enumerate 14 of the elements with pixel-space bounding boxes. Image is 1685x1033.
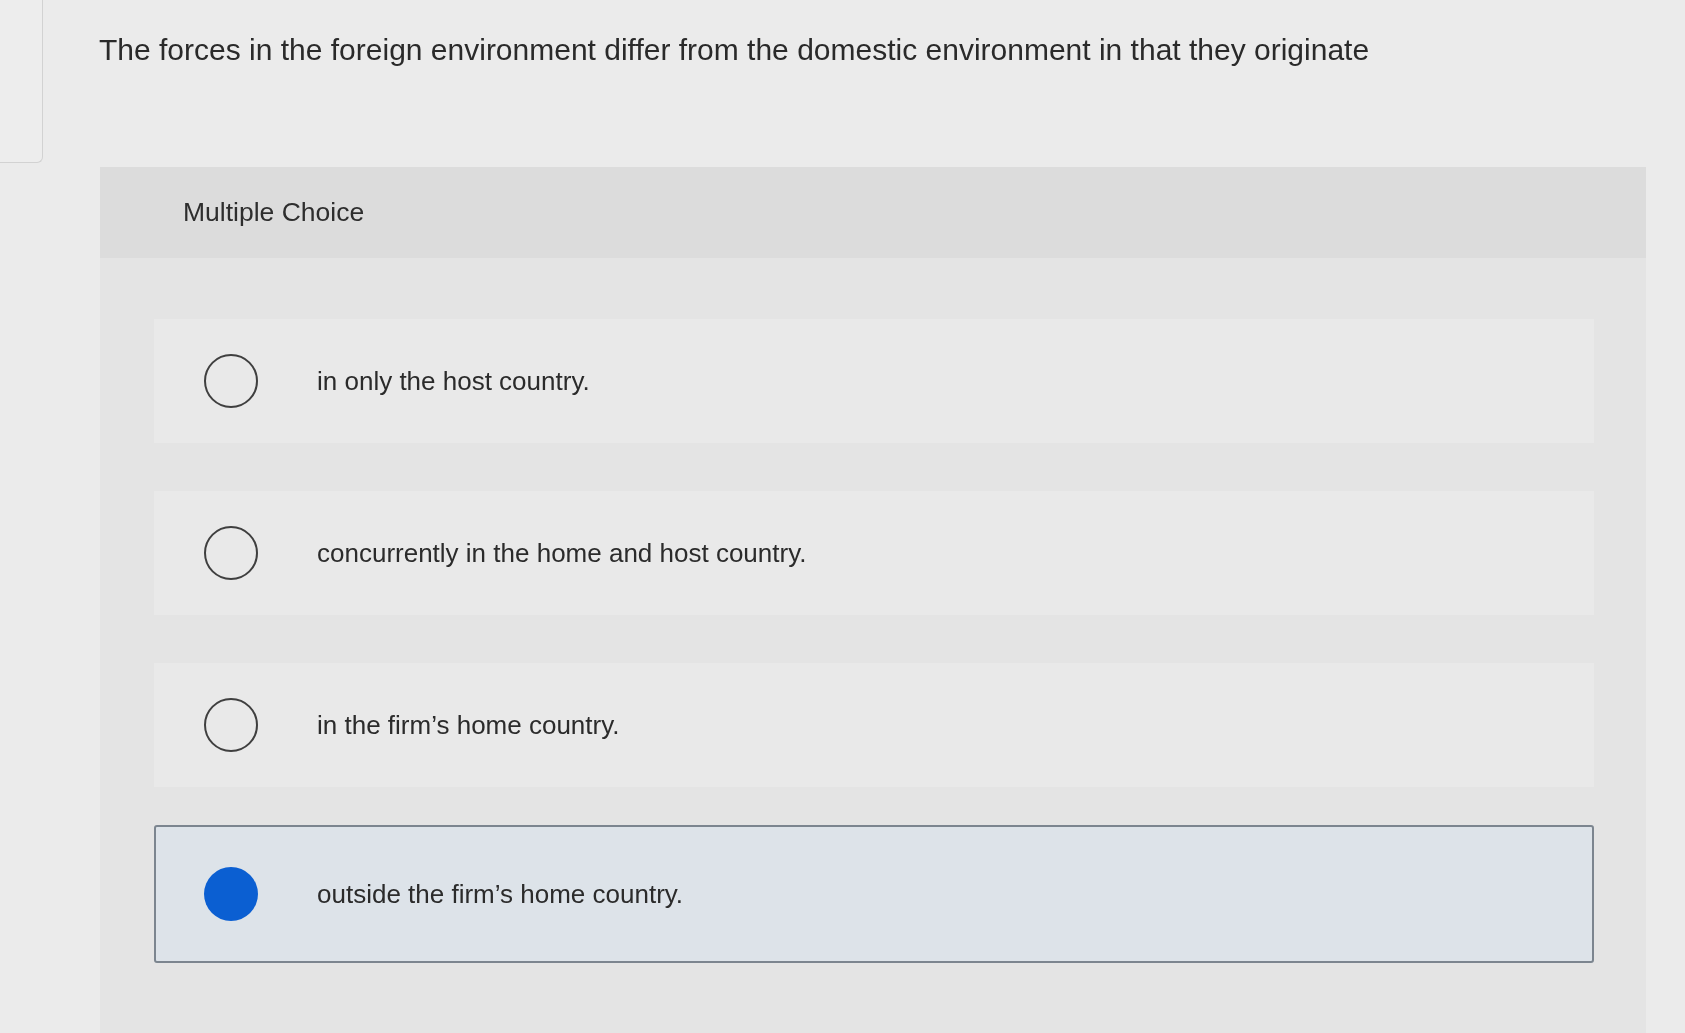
answer-option[interactable]: concurrently in the home and host country. bbox=[154, 491, 1594, 615]
option-text: in the firm’s home country. bbox=[317, 709, 620, 741]
option-text: concurrently in the home and host country. bbox=[317, 537, 807, 569]
option-text: in only the host country. bbox=[317, 365, 590, 397]
question-text: The forces in the foreign environment differ from the domestic environment in that they originate bbox=[99, 32, 1370, 68]
radio-button[interactable] bbox=[204, 526, 258, 580]
radio-button[interactable] bbox=[204, 354, 258, 408]
answer-option[interactable]: outside the firm’s home country. bbox=[154, 825, 1594, 963]
answer-option[interactable]: in the firm’s home country. bbox=[154, 663, 1594, 787]
section-label: Multiple Choice bbox=[183, 197, 365, 228]
radio-button[interactable] bbox=[204, 698, 258, 752]
answer-option[interactable]: in only the host country. bbox=[154, 319, 1594, 443]
option-text: outside the firm’s home country. bbox=[317, 878, 684, 910]
radio-button[interactable] bbox=[204, 867, 258, 921]
